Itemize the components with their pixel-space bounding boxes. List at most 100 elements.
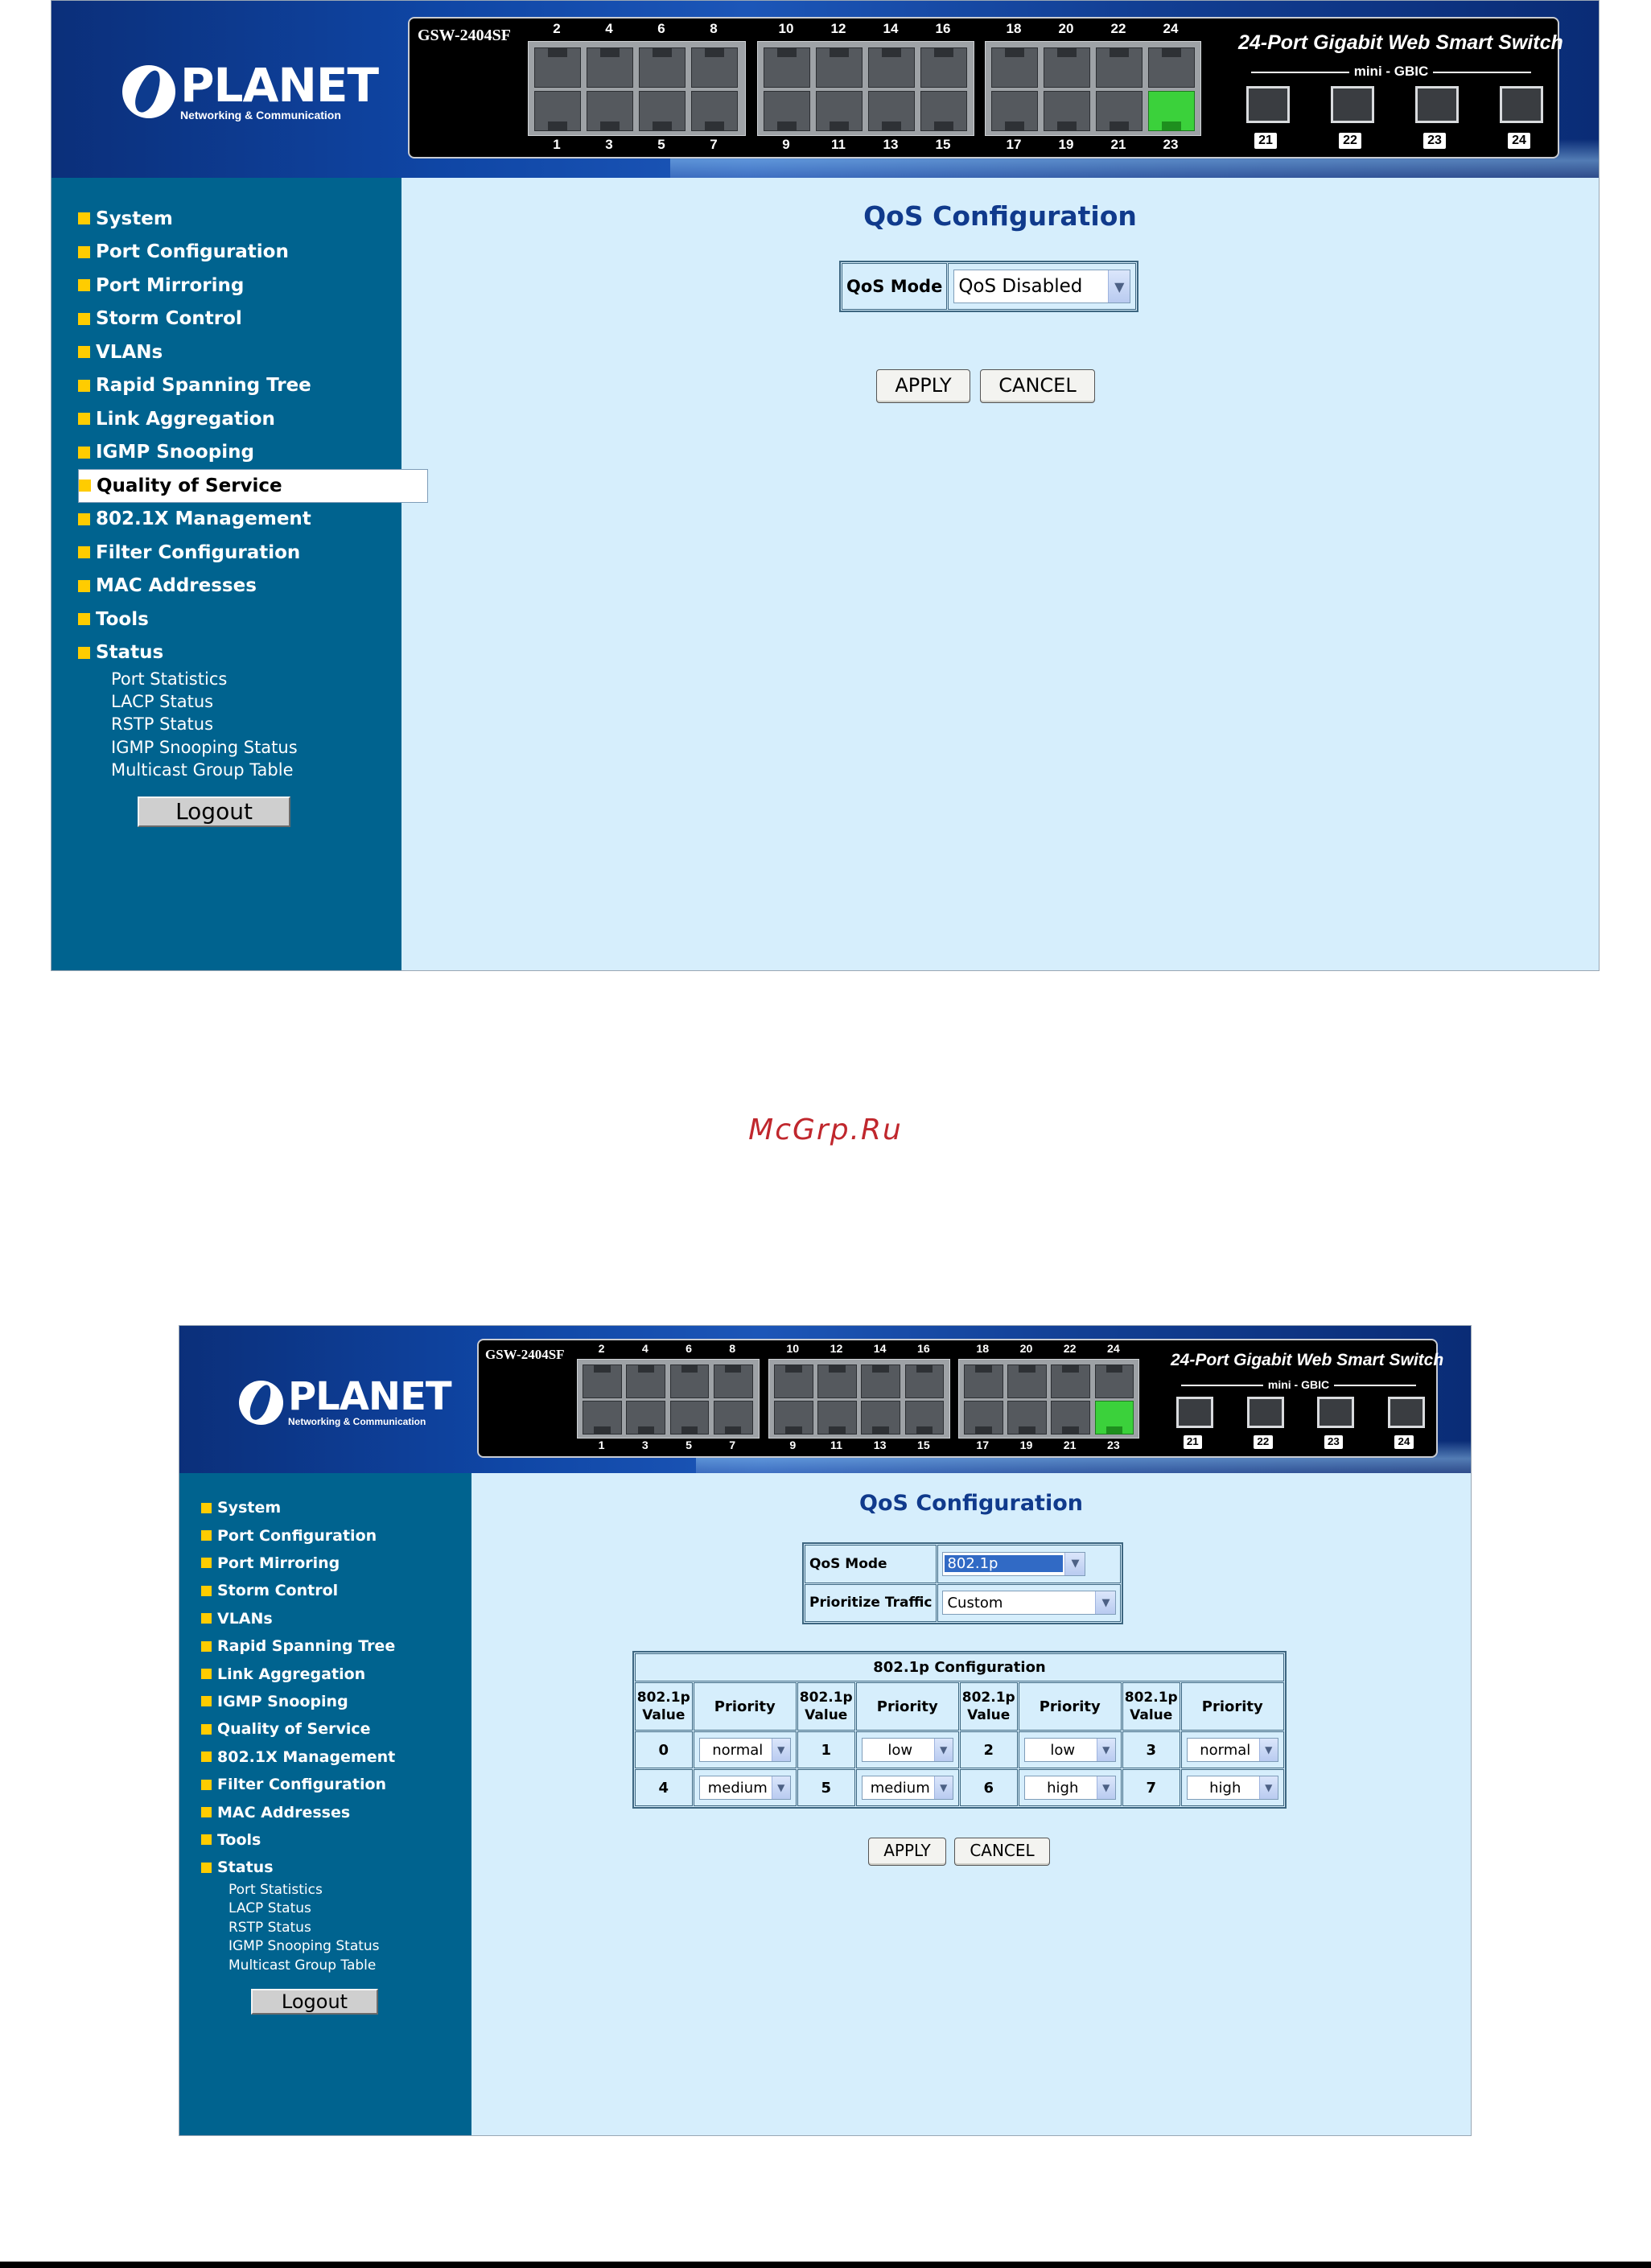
sidebar-item-port-mirroring[interactable]: Port Mirroring xyxy=(78,269,244,303)
sidebar-item-quality-of-service[interactable]: Quality of Service xyxy=(201,1715,371,1743)
chevron-down-icon[interactable]: ▼ xyxy=(771,1739,790,1761)
port-18[interactable] xyxy=(963,1365,1003,1399)
port-21[interactable] xyxy=(1051,1401,1091,1435)
port-5[interactable] xyxy=(669,1401,710,1435)
port-7[interactable] xyxy=(713,1401,753,1435)
port-15[interactable] xyxy=(904,1401,945,1435)
sidebar-item-tools[interactable]: Tools xyxy=(78,603,149,636)
sidebar-item-port-configuration[interactable]: Port Configuration xyxy=(201,1521,377,1549)
gbic-port-24[interactable] xyxy=(1387,1397,1425,1429)
port-23[interactable] xyxy=(1094,1401,1134,1435)
port-2[interactable] xyxy=(534,47,581,88)
chevron-down-icon[interactable]: ▼ xyxy=(1096,1739,1115,1761)
chevron-down-icon[interactable]: ▼ xyxy=(1064,1552,1085,1575)
port-14[interactable] xyxy=(868,47,915,88)
port-23[interactable] xyxy=(1148,91,1195,131)
sidebar-item-system[interactable]: System xyxy=(78,202,173,236)
sidebar-sub-multicast-group-table[interactable]: Multicast Group Table xyxy=(111,760,294,780)
priority-select-7[interactable]: high ▼ xyxy=(1186,1776,1278,1800)
port-19[interactable] xyxy=(1044,91,1090,131)
port-16[interactable] xyxy=(920,47,967,88)
chevron-down-icon[interactable]: ▼ xyxy=(771,1776,790,1799)
port-22[interactable] xyxy=(1051,1365,1091,1399)
port-3[interactable] xyxy=(587,91,633,131)
sidebar-item-rapid-spanning-tree[interactable]: Rapid Spanning Tree xyxy=(201,1632,395,1660)
sidebar-item-802-1x-management[interactable]: 802.1X Management xyxy=(201,1743,395,1771)
port-17[interactable] xyxy=(991,91,1038,131)
sidebar-item-filter-configuration[interactable]: Filter Configuration xyxy=(78,536,300,570)
sidebar-sub-multicast-group-table[interactable]: Multicast Group Table xyxy=(229,1957,376,1974)
port-9[interactable] xyxy=(773,1401,813,1435)
sidebar-item-system[interactable]: System xyxy=(201,1494,281,1521)
sidebar-item-status[interactable]: Status xyxy=(201,1854,274,1881)
apply-button[interactable]: APPLY xyxy=(876,369,970,403)
sidebar-item-status[interactable]: Status xyxy=(78,636,163,670)
priority-select-6[interactable]: high ▼ xyxy=(1023,1776,1116,1800)
port-13[interactable] xyxy=(861,1401,901,1435)
port-6[interactable] xyxy=(639,47,686,88)
sidebar-item-tools[interactable]: Tools xyxy=(201,1826,261,1854)
sidebar-item-rapid-spanning-tree[interactable]: Rapid Spanning Tree xyxy=(78,369,311,403)
sidebar-item-storm-control[interactable]: Storm Control xyxy=(201,1577,338,1604)
priority-select-4[interactable]: medium ▼ xyxy=(698,1776,791,1800)
cancel-button[interactable]: CANCEL xyxy=(980,369,1095,403)
cancel-button[interactable]: CANCEL xyxy=(954,1838,1050,1866)
gbic-port-21[interactable] xyxy=(1246,86,1290,123)
sidebar-sub-rstp-status[interactable]: RSTP Status xyxy=(111,714,213,734)
logout-button[interactable]: Logout xyxy=(251,1989,378,2015)
sidebar-item-igmp-snooping[interactable]: IGMP Snooping xyxy=(78,436,254,470)
sidebar-item-quality-of-service[interactable]: Quality of Service xyxy=(78,469,428,503)
sidebar-item-link-aggregation[interactable]: Link Aggregation xyxy=(78,402,275,436)
port-16[interactable] xyxy=(904,1365,945,1399)
chevron-down-icon[interactable]: ▼ xyxy=(1108,270,1130,303)
gbic-port-24[interactable] xyxy=(1500,86,1543,123)
port-1[interactable] xyxy=(583,1401,622,1435)
priority-select-2[interactable]: low ▼ xyxy=(1023,1738,1116,1762)
port-20[interactable] xyxy=(1044,47,1090,88)
port-18[interactable] xyxy=(991,47,1038,88)
port-10[interactable] xyxy=(764,47,810,88)
port-8[interactable] xyxy=(691,47,738,88)
port-11[interactable] xyxy=(816,91,863,131)
sidebar-item-port-mirroring[interactable]: Port Mirroring xyxy=(201,1550,340,1577)
port-14[interactable] xyxy=(861,1365,901,1399)
port-5[interactable] xyxy=(639,91,686,131)
port-22[interactable] xyxy=(1096,47,1143,88)
priority-select-0[interactable]: normal ▼ xyxy=(698,1738,791,1762)
port-7[interactable] xyxy=(691,91,738,131)
sidebar-sub-lacp-status[interactable]: LACP Status xyxy=(111,692,213,711)
priority-select-5[interactable]: medium ▼ xyxy=(861,1776,953,1800)
gbic-port-21[interactable] xyxy=(1176,1397,1214,1429)
port-2[interactable] xyxy=(583,1365,622,1399)
sidebar-sub-port-statistics[interactable]: Port Statistics xyxy=(111,669,227,689)
chevron-down-icon[interactable]: ▼ xyxy=(1258,1776,1278,1799)
sidebar-sub-port-statistics[interactable]: Port Statistics xyxy=(229,1882,323,1898)
port-4[interactable] xyxy=(626,1365,666,1399)
prioritize-traffic-select[interactable]: Custom ▼ xyxy=(942,1591,1117,1616)
apply-button[interactable]: APPLY xyxy=(868,1838,946,1866)
sidebar-item-filter-configuration[interactable]: Filter Configuration xyxy=(201,1771,386,1798)
port-10[interactable] xyxy=(773,1365,813,1399)
sidebar-item-mac-addresses[interactable]: MAC Addresses xyxy=(201,1798,350,1826)
sidebar-item-vlans[interactable]: VLANs xyxy=(78,335,163,369)
sidebar-item-link-aggregation[interactable]: Link Aggregation xyxy=(201,1660,365,1687)
port-1[interactable] xyxy=(534,91,581,131)
sidebar-item-mac-addresses[interactable]: MAC Addresses xyxy=(78,570,257,603)
sidebar-sub-lacp-status[interactable]: LACP Status xyxy=(229,1900,311,1916)
port-17[interactable] xyxy=(963,1401,1003,1435)
sidebar-item-igmp-snooping[interactable]: IGMP Snooping xyxy=(201,1688,348,1715)
port-9[interactable] xyxy=(764,91,810,131)
port-12[interactable] xyxy=(817,1365,857,1399)
sidebar-item-802-1x-management[interactable]: 802.1X Management xyxy=(78,503,311,537)
priority-select-1[interactable]: low ▼ xyxy=(861,1738,953,1762)
sidebar-sub-igmp-snooping-status[interactable]: IGMP Snooping Status xyxy=(229,1938,380,1954)
chevron-down-icon[interactable]: ▼ xyxy=(1096,1776,1115,1799)
port-15[interactable] xyxy=(920,91,967,131)
port-13[interactable] xyxy=(868,91,915,131)
chevron-down-icon[interactable]: ▼ xyxy=(1095,1591,1116,1615)
chevron-down-icon[interactable]: ▼ xyxy=(1258,1739,1278,1761)
logout-button[interactable]: Logout xyxy=(138,796,290,827)
sidebar-item-storm-control[interactable]: Storm Control xyxy=(78,303,242,336)
sidebar-sub-igmp-snooping-status[interactable]: IGMP Snooping Status xyxy=(111,738,298,757)
port-12[interactable] xyxy=(816,47,863,88)
